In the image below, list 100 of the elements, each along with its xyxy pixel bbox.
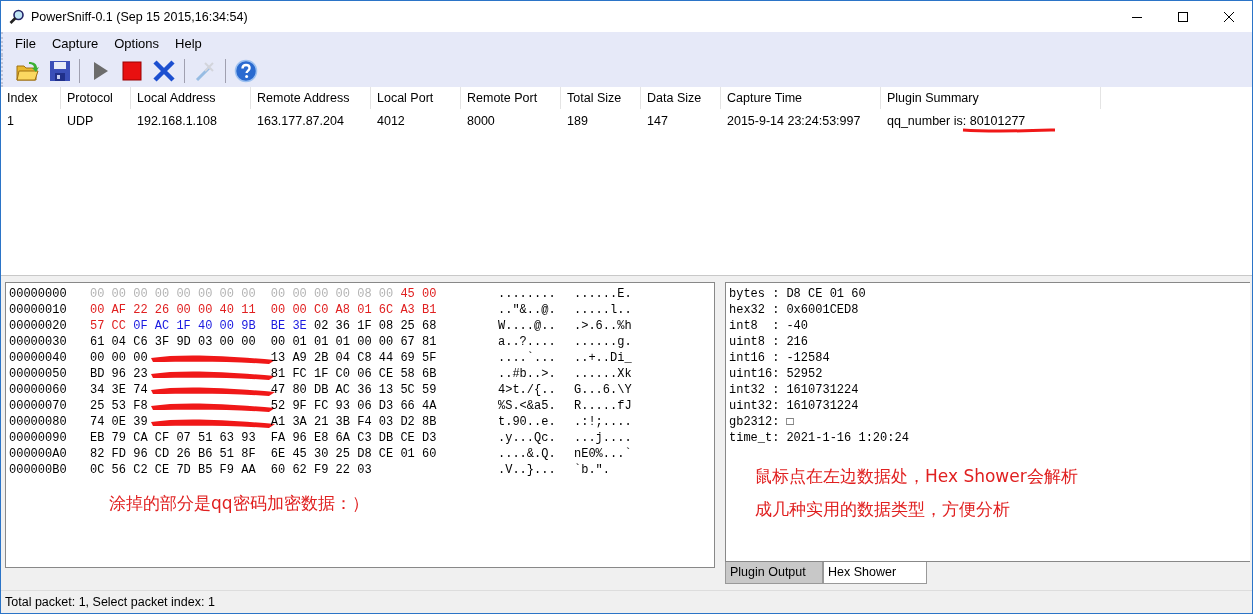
hex-byte[interactable]: 2B [314,351,329,365]
hex-byte[interactable]: AF [111,303,126,317]
hex-byte[interactable]: C8 [357,351,372,365]
hex-byte[interactable]: F4 [357,415,372,429]
hex-byte[interactable]: 00 [111,351,126,365]
hex-byte[interactable]: 93 [335,399,350,413]
hex-byte[interactable]: 01 [314,335,329,349]
hex-byte[interactable]: 26 [176,447,191,461]
column-header[interactable]: Protocol [61,87,131,109]
hex-byte[interactable]: 00 [378,335,394,349]
hex-byte[interactable]: BD [90,367,105,381]
hex-byte[interactable]: 96 [292,431,307,445]
hex-byte[interactable]: 68 [422,319,437,333]
hex-byte[interactable]: 00 [270,303,286,317]
hex-byte[interactable]: 7D [176,463,191,477]
hex-byte[interactable]: 39 [133,415,148,429]
hex-byte[interactable]: 1F [357,319,372,333]
hex-byte[interactable]: 26 [154,303,170,317]
hex-byte[interactable]: 22 [335,463,350,477]
hex-byte[interactable]: F9 [219,463,234,477]
hex-byte[interactable]: 45 [400,287,415,301]
hex-byte[interactable]: 00 [357,335,372,349]
stop-icon[interactable] [120,59,144,83]
hex-byte[interactable]: CE [378,367,394,381]
hex-byte[interactable]: 52 [270,399,286,413]
hex-byte[interactable]: C2 [133,463,148,477]
hex-byte[interactable]: A3 [400,303,415,317]
hex-byte[interactable]: 25 [400,319,415,333]
menu-item[interactable]: File [15,36,36,51]
hex-byte[interactable]: 6A [335,431,350,445]
hex-byte[interactable]: 0F [133,319,148,333]
hex-byte[interactable]: 5C [400,383,415,397]
hex-byte[interactable]: 74 [133,383,148,397]
help-icon[interactable] [234,59,258,83]
hex-byte[interactable]: 6B [422,367,437,381]
hex-byte[interactable]: DB [314,383,329,397]
hex-byte[interactable]: C0 [335,367,350,381]
hex-byte[interactable]: 00 [133,351,148,365]
hex-byte[interactable]: AA [241,463,256,477]
hex-byte[interactable]: CD [154,447,170,461]
hex-byte[interactable]: 23 [133,367,148,381]
column-header[interactable]: Remote Address [251,87,371,109]
column-header[interactable]: Capture Time [721,87,881,109]
hex-byte[interactable]: 57 [90,319,105,333]
column-header[interactable]: Total Size [561,87,641,109]
hex-byte[interactable]: 81 [422,335,437,349]
hex-byte[interactable]: CC [111,319,126,333]
hex-byte[interactable]: 3E [292,319,307,333]
hex-byte[interactable]: 00 [219,335,234,349]
hex-byte[interactable]: 36 [335,319,350,333]
hex-byte[interactable]: 00 [292,303,307,317]
hex-byte[interactable]: 53 [111,399,126,413]
hex-byte[interactable]: 03 [198,335,213,349]
hex-byte[interactable]: 93 [241,431,256,445]
hex-byte[interactable]: C0 [314,303,329,317]
hex-byte[interactable]: CE [378,447,394,461]
column-header[interactable]: Index [1,87,61,109]
menu-item[interactable]: Help [175,36,202,51]
hex-byte[interactable]: FC [292,367,307,381]
hex-byte[interactable]: 04 [111,335,126,349]
hex-byte[interactable]: 62 [292,463,307,477]
hex-byte[interactable]: CE [154,463,170,477]
hex-byte[interactable]: 3E [111,383,126,397]
hex-byte[interactable]: 13 [270,351,286,365]
hex-byte[interactable]: 03 [357,463,372,477]
column-header[interactable]: Local Address [131,87,251,109]
menu-item[interactable]: Options [114,36,159,51]
hex-byte[interactable]: DB [378,431,394,445]
hex-byte[interactable]: 03 [378,415,394,429]
hex-byte[interactable]: 11 [241,303,256,317]
hex-byte[interactable]: 3F [154,335,170,349]
hex-byte[interactable]: 00 [90,351,105,365]
hex-byte[interactable]: D3 [422,431,437,445]
hex-byte[interactable]: 9B [241,319,256,333]
hex-byte[interactable]: 01 [400,447,415,461]
hex-byte[interactable]: 08 [378,319,394,333]
hex-byte[interactable]: 00 [219,319,234,333]
hex-byte[interactable]: FD [111,447,126,461]
column-header[interactable]: Remote Port [461,87,561,109]
hex-byte[interactable]: 01 [292,335,307,349]
hex-byte[interactable]: 6C [378,303,394,317]
hex-byte[interactable]: E8 [314,431,329,445]
hex-byte[interactable]: CE [400,431,415,445]
hex-byte[interactable]: 82 [90,447,105,461]
hex-byte[interactable]: 59 [422,383,437,397]
hex-byte[interactable]: 40 [198,319,213,333]
hex-byte[interactable]: A9 [292,351,307,365]
hex-byte[interactable]: EB [90,431,105,445]
hex-byte[interactable]: C3 [357,431,372,445]
hex-byte[interactable]: 22 [133,303,148,317]
hex-byte[interactable]: 63 [219,431,234,445]
hex-byte[interactable]: 79 [111,431,126,445]
hex-byte[interactable]: 3A [292,415,307,429]
hex-byte[interactable]: 36 [357,383,372,397]
hex-byte[interactable]: 61 [90,335,105,349]
hex-byte[interactable]: 1F [314,367,329,381]
hex-byte[interactable]: FA [270,431,286,445]
hex-byte[interactable]: 00 [422,287,437,301]
hex-byte[interactable]: 6E [270,447,286,461]
hex-byte[interactable]: 47 [270,383,286,397]
